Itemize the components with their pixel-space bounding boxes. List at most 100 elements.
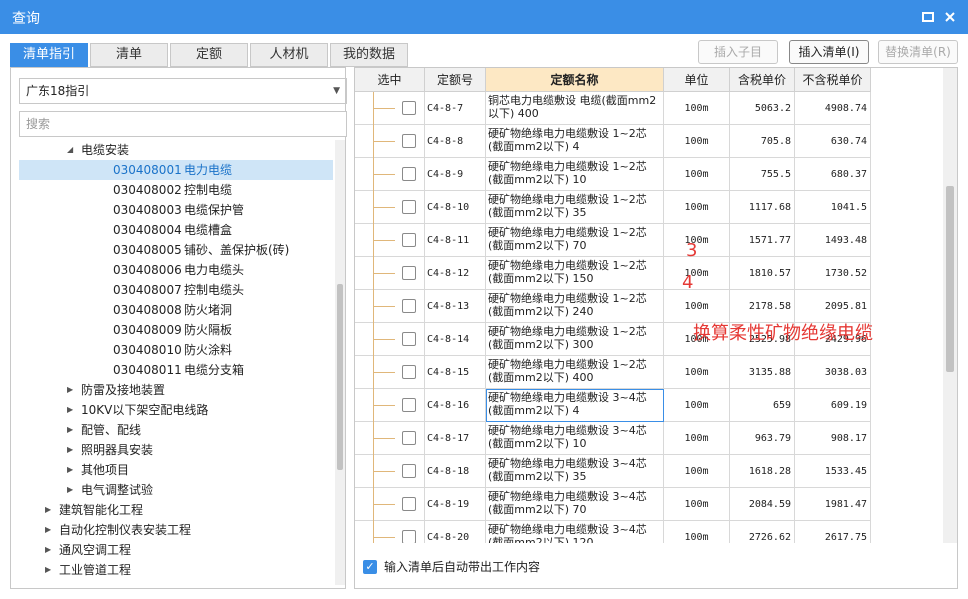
col-header-notax-price[interactable]: 不含税单价 <box>795 68 871 92</box>
tab-my-data[interactable]: 我的数据 <box>330 43 408 67</box>
tab-list[interactable]: 清单 <box>90 43 168 67</box>
close-icon[interactable] <box>943 10 957 24</box>
quota-name-line: (截面mm2以下) 4 <box>488 140 580 153</box>
insert-list-button[interactable]: 插入清单(I) <box>789 40 869 64</box>
expand-icon[interactable]: ▶ <box>45 500 51 520</box>
table-row[interactable]: C4-8-15 硬矿物绝缘电力电缆敷设 1~2芯 (截面mm2以下) 400 100m… <box>355 356 871 389</box>
expand-icon[interactable]: ▶ <box>45 520 51 540</box>
checkbox-checked-icon[interactable]: ✓ <box>363 560 377 574</box>
table-row[interactable]: C4-8-20 硬矿物绝缘电力电缆敷设 3~4芯 (截面mm2以下) 120 100m… <box>355 521 871 543</box>
table-row[interactable]: C4-8-19 硬矿物绝缘电力电缆敷设 3~4芯 (截面mm2以下) 70 100m 2… <box>355 488 871 521</box>
tree-node[interactable]: ▶ 照明器具安装 <box>19 440 333 460</box>
tree-node[interactable]: ▶ 10KV以下架空配电线路 <box>19 400 333 420</box>
tree-node[interactable]: ▶ 其他项目 <box>19 460 333 480</box>
col-header-select[interactable]: 选中 <box>355 68 425 92</box>
tree-node[interactable]: 030408010 防火涂料 <box>19 340 333 360</box>
quota-name: 硬矿物绝缘电力电缆敷设 3~4芯 (截面mm2以下) 35 <box>486 455 664 488</box>
table-row[interactable]: C4-8-9 硬矿物绝缘电力电缆敷设 1~2芯 (截面mm2以下) 10 100m 75… <box>355 158 871 191</box>
table-row[interactable]: C4-8-17 硬矿物绝缘电力电缆敷设 3~4芯 (截面mm2以下) 10 100m 9… <box>355 422 871 455</box>
grid-scrollbar[interactable] <box>943 68 957 543</box>
col-header-name[interactable]: 定额名称 <box>486 68 664 92</box>
col-header-tax-price[interactable]: 含税单价 <box>730 68 795 92</box>
tree-node[interactable]: 030408003 电缆保护管 <box>19 200 333 220</box>
tree-node[interactable]: 030408009 防火隔板 <box>19 320 333 340</box>
row-checkbox[interactable] <box>402 299 416 313</box>
tab-labor-material-machine[interactable]: 人材机 <box>250 43 328 67</box>
search-input[interactable]: 搜索 <box>19 111 347 137</box>
quota-name-line: 以下) 400 <box>488 107 539 120</box>
quota-code: C4-8-11 <box>425 224 486 257</box>
row-checkbox[interactable] <box>402 200 416 214</box>
col-header-code[interactable]: 定额号 <box>425 68 486 92</box>
col-header-unit[interactable]: 单位 <box>664 68 730 92</box>
tree-node[interactable]: ▶ 通风空调工程 <box>19 540 333 560</box>
chevron-down-icon: ▼ <box>333 86 340 96</box>
expand-icon[interactable]: ▶ <box>67 380 73 400</box>
tree-node[interactable]: ▶ 工业管道工程 <box>19 560 333 580</box>
tree-node[interactable]: 030408008 防火堵洞 <box>19 300 333 320</box>
tree-node[interactable]: ▶ 防雷及接地装置 <box>19 380 333 400</box>
insert-child-button[interactable]: 插入子目 <box>698 40 778 64</box>
tree-node[interactable]: 030408004 电缆槽盒 <box>19 220 333 240</box>
tree-node[interactable]: ▶ 建筑智能化工程 <box>19 500 333 520</box>
expand-icon[interactable]: ▶ <box>67 400 73 420</box>
tree-node[interactable]: 030408006 电力电缆头 <box>19 260 333 280</box>
row-checkbox[interactable] <box>402 266 416 280</box>
row-checkbox[interactable] <box>402 134 416 148</box>
tree-node-label: 电气调整试验 <box>81 483 154 497</box>
row-checkbox[interactable] <box>402 530 416 543</box>
table-row[interactable]: C4-8-18 硬矿物绝缘电力电缆敷设 3~4芯 (截面mm2以下) 35 100m 1… <box>355 455 871 488</box>
tree-connector <box>373 438 395 439</box>
tree-node[interactable]: 030408005 铺砂、盖保护板(砖) <box>19 240 333 260</box>
tree-node[interactable]: 030408007 控制电缆头 <box>19 280 333 300</box>
table-row[interactable]: C4-8-11 硬矿物绝缘电力电缆敷设 1~2芯 (截面mm2以下) 70 100m 1… <box>355 224 871 257</box>
tree-node[interactable]: ▶ 电气调整试验 <box>19 480 333 500</box>
tree-node[interactable]: ◢ 电缆安装 <box>19 140 333 160</box>
expand-icon[interactable]: ▶ <box>45 540 51 560</box>
row-checkbox[interactable] <box>402 101 416 115</box>
replace-list-button[interactable]: 替换清单(R) <box>878 40 958 64</box>
tree-node-label: 建筑智能化工程 <box>59 503 144 517</box>
table-row[interactable]: C4-8-8 硬矿物绝缘电力电缆敷设 1~2芯 (截面mm2以下) 4 100m 705… <box>355 125 871 158</box>
expand-icon[interactable]: ▶ <box>67 440 73 460</box>
guide-select[interactable]: 广东18指引 ▼ <box>19 78 347 104</box>
row-checkbox[interactable] <box>402 233 416 247</box>
grid-scrollbar-thumb[interactable] <box>946 186 954 372</box>
tree-node[interactable]: 030408002 控制电缆 <box>19 180 333 200</box>
tree-scrollbar-thumb[interactable] <box>337 284 343 470</box>
tree-connector <box>373 372 395 373</box>
tree-node[interactable]: 030408001 电力电缆 <box>19 160 333 180</box>
table-row[interactable]: C4-8-7 铜芯电力电缆敷设 电缆(截面mm2 以下) 400 100m 5063.2… <box>355 92 871 125</box>
quota-name-line: (截面mm2以下) 35 <box>488 470 587 483</box>
tab-list-guide[interactable]: 清单指引 <box>10 43 88 67</box>
tree-scrollbar[interactable] <box>335 140 345 585</box>
row-checkbox[interactable] <box>402 431 416 445</box>
expand-icon[interactable]: ▶ <box>67 480 73 500</box>
tree-node[interactable]: ▶ 配管、配线 <box>19 420 333 440</box>
notax-price: 1981.47 <box>795 488 871 521</box>
expand-icon[interactable]: ▶ <box>67 460 73 480</box>
tree-node[interactable]: ▶ 自动化控制仪表安装工程 <box>19 520 333 540</box>
row-checkbox[interactable] <box>402 167 416 181</box>
tab-quota[interactable]: 定额 <box>170 43 248 67</box>
select-cell <box>355 389 425 422</box>
expand-icon[interactable]: ▶ <box>45 560 51 580</box>
tax-price: 755.5 <box>730 158 795 191</box>
maximize-icon[interactable] <box>921 10 935 24</box>
row-checkbox[interactable] <box>402 497 416 511</box>
notax-price: 680.37 <box>795 158 871 191</box>
row-checkbox[interactable] <box>402 332 416 346</box>
table-row[interactable]: C4-8-12 硬矿物绝缘电力电缆敷设 1~2芯 (截面mm2以下) 150 100m… <box>355 257 871 290</box>
table-row[interactable]: C4-8-10 硬矿物绝缘电力电缆敷设 1~2芯 (截面mm2以下) 35 100m 1… <box>355 191 871 224</box>
tree-node[interactable]: 030408011 电缆分支箱 <box>19 360 333 380</box>
row-checkbox[interactable] <box>402 464 416 478</box>
expand-icon[interactable]: ▶ <box>67 420 73 440</box>
row-checkbox[interactable] <box>402 365 416 379</box>
quota-name-line: (截面mm2以下) 10 <box>488 173 587 186</box>
quota-name: 硬矿物绝缘电力电缆敷设 3~4芯 (截面mm2以下) 70 <box>486 488 664 521</box>
row-checkbox[interactable] <box>402 398 416 412</box>
quota-name-line: 硬矿物绝缘电力电缆敷设 1~2芯 <box>488 160 647 173</box>
quota-code: C4-8-14 <box>425 323 486 356</box>
collapse-icon[interactable]: ◢ <box>67 140 73 160</box>
table-row[interactable]: C4-8-16 硬矿物绝缘电力电缆敷设 3~4芯 (截面mm2以下) 4 100m 65… <box>355 389 871 422</box>
